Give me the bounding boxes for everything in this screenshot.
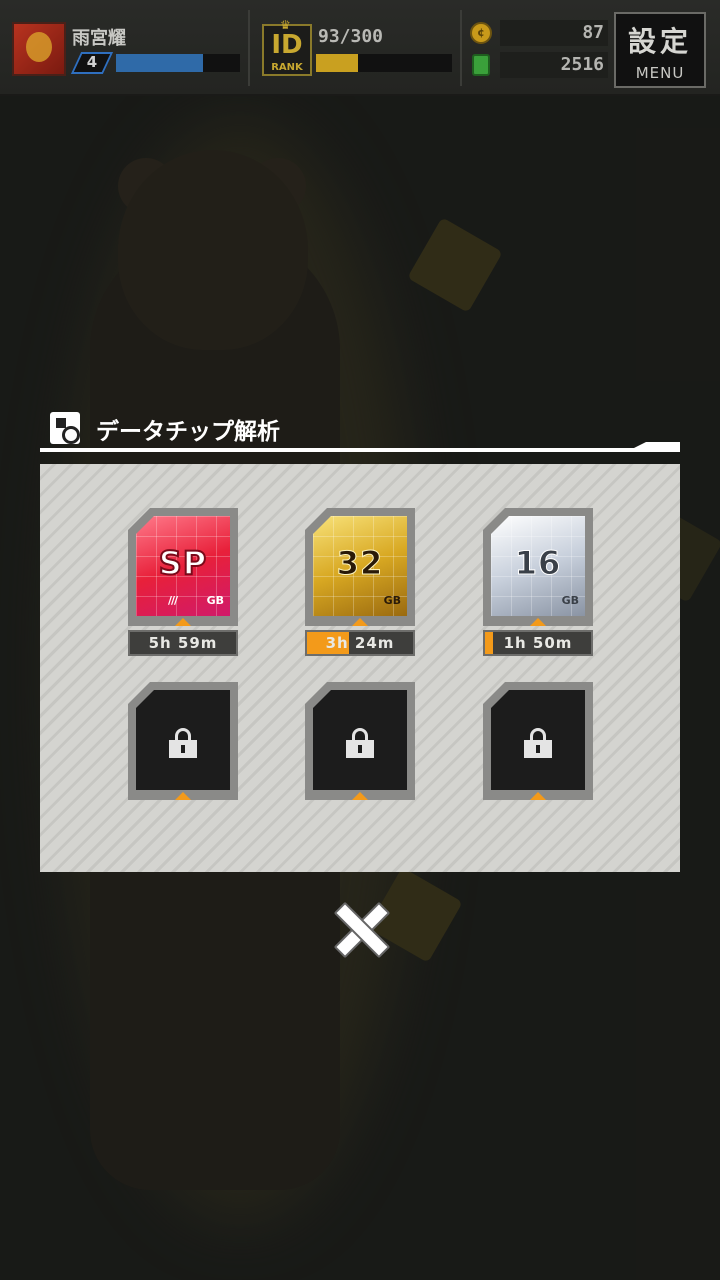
slot-marker: [175, 792, 191, 800]
chip-unit: GB: [206, 594, 224, 607]
slot-marker: [530, 792, 546, 800]
xp-bar: [116, 54, 240, 72]
chip-label: 32: [336, 544, 384, 583]
xp-bar-fill: [116, 54, 203, 72]
coin-count: 87: [582, 22, 604, 43]
data-chip-32gb[interactable]: 32 GB: [305, 508, 415, 626]
locked-slot-5[interactable]: [305, 682, 415, 832]
chip-slot-2[interactable]: 32 GB 3h 24m: [305, 508, 415, 658]
locked-chip-frame[interactable]: [305, 682, 415, 800]
chip-timer: 1h 50m: [483, 630, 593, 656]
stamina-value: 93/300: [318, 26, 384, 47]
data-chip-16gb[interactable]: 16 GB: [483, 508, 593, 626]
lock-icon: [169, 728, 197, 758]
chip-unit: GB: [561, 594, 579, 607]
player-name: 雨宮耀: [72, 28, 126, 49]
hud-divider: [248, 10, 250, 86]
locked-slot-4[interactable]: [128, 682, 238, 832]
gem-icon: [472, 54, 490, 76]
top-hud: 雨宮耀 4 ♛ ID RANK 93/300 ¢ 87 2516 設定 MENU: [0, 0, 720, 96]
locked-chip-frame[interactable]: [483, 682, 593, 800]
timer-text: 3h 24m: [325, 634, 395, 652]
lock-icon: [346, 728, 374, 758]
timer-text: 1h 50m: [503, 634, 573, 652]
locked-chip-frame[interactable]: [128, 682, 238, 800]
chip-timer: 5h 59m: [128, 630, 238, 656]
dialog-title: データチップ解析: [96, 419, 280, 445]
chip-analysis-icon: [50, 412, 80, 444]
hud-divider: [460, 10, 462, 86]
data-chip-sp[interactable]: SP /// GB: [128, 508, 238, 626]
stamina-bar: [316, 54, 452, 72]
coin-icon: ¢: [470, 22, 492, 44]
player-avatar[interactable]: [12, 22, 66, 76]
close-icon[interactable]: [334, 902, 386, 954]
chip-slot-3[interactable]: 16 GB 1h 50m: [483, 508, 593, 658]
slot-marker: [352, 792, 368, 800]
slot-marker: [175, 618, 191, 626]
menu-label: MENU: [635, 64, 685, 82]
menu-button[interactable]: 設定 MENU: [614, 12, 706, 88]
menu-kanji: 設定: [627, 25, 692, 58]
locked-slot-6[interactable]: [483, 682, 593, 832]
timer-text: 5h 59m: [148, 634, 218, 652]
chip-slot-1[interactable]: SP /// GB 5h 59m: [128, 508, 238, 658]
chip-unit: GB: [383, 594, 401, 607]
chip-slot-panel: SP /// GB 5h 59m 32 GB 3h 24m 16 GB 1h 5…: [40, 464, 680, 872]
stamina-bar-fill: [316, 54, 359, 72]
id-rank-icon: ♛ ID RANK: [262, 18, 312, 76]
level-value: 4: [86, 53, 98, 71]
level-badge: 4: [70, 52, 114, 74]
lock-icon: [524, 728, 552, 758]
slot-marker: [352, 618, 368, 626]
gem-count: 2516: [560, 54, 604, 75]
chip-timer: 3h 24m: [305, 630, 415, 656]
dialog-header: データチップ解析: [40, 408, 680, 452]
slot-marker: [530, 618, 546, 626]
chip-label: 16: [514, 544, 562, 583]
chip-label: SP: [158, 543, 208, 583]
